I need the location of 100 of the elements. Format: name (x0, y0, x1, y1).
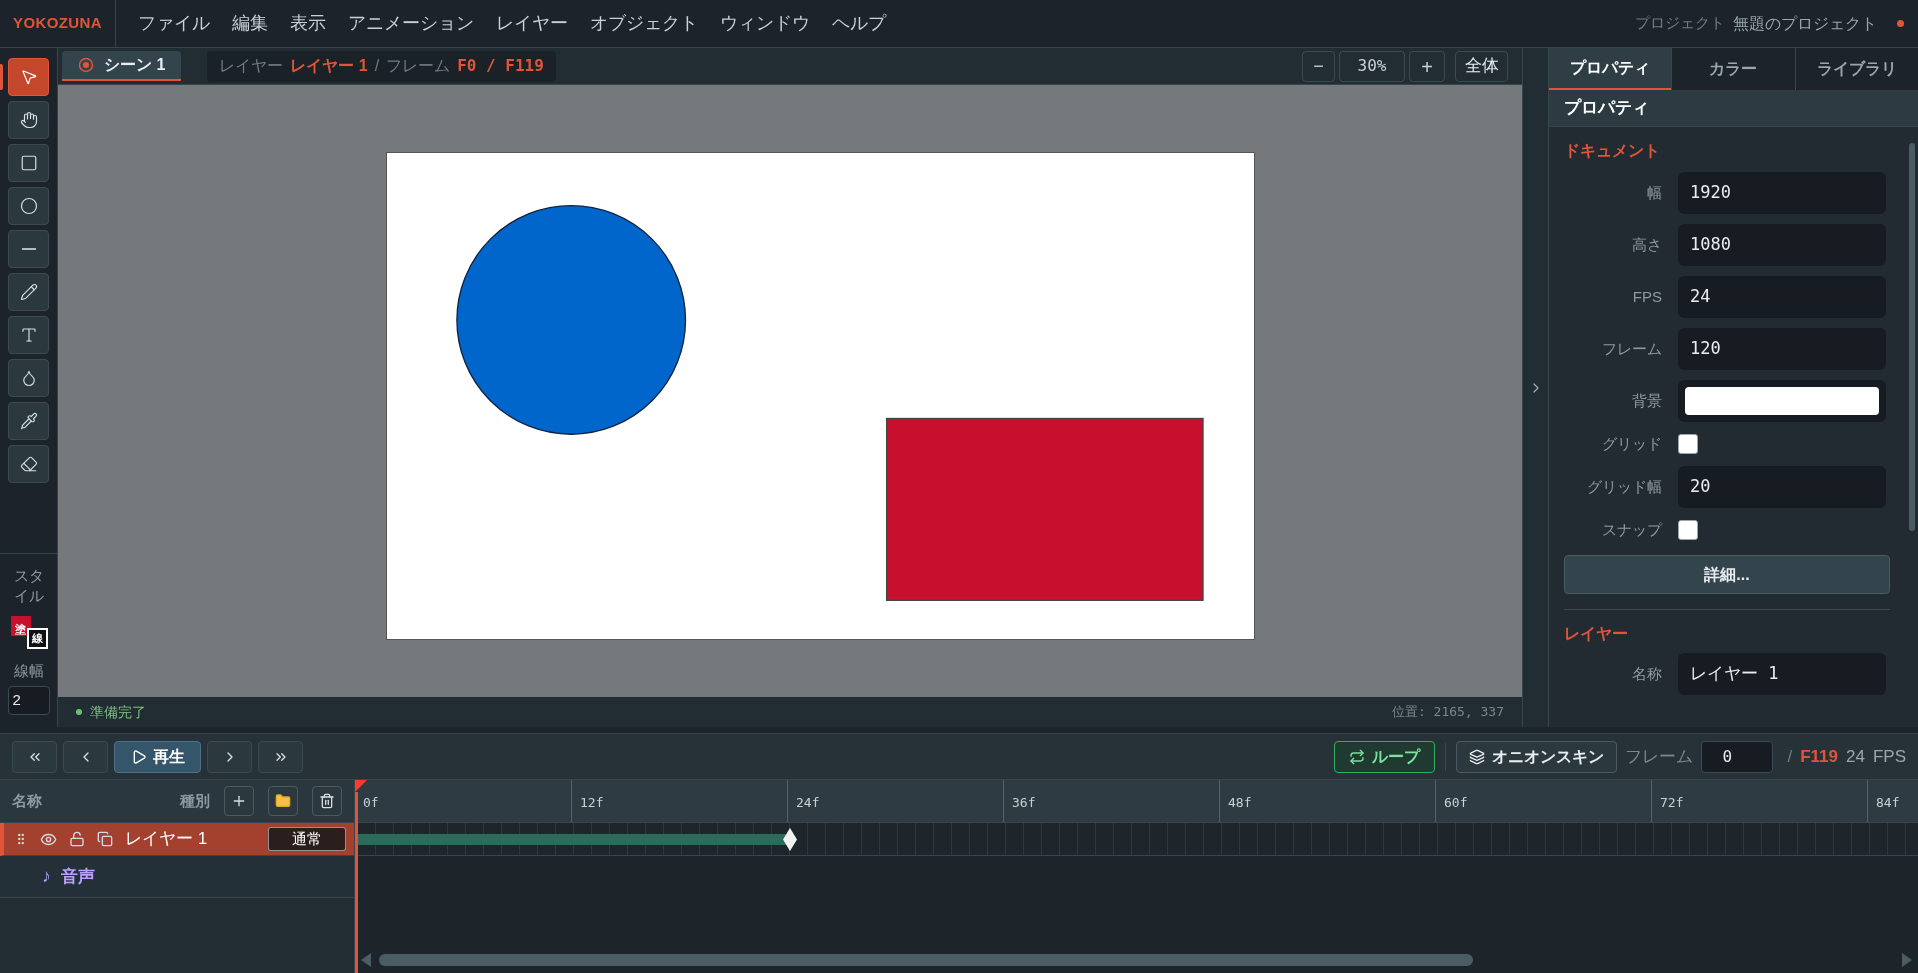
frame-label: フレーム (1625, 745, 1694, 768)
pointer-icon (19, 68, 38, 86)
layer-type[interactable]: 通常 (268, 827, 346, 851)
color-field[interactable] (1678, 380, 1886, 422)
fill-swatch[interactable]: 塗 (10, 615, 31, 636)
zoom-out-button[interactable]: − (1302, 50, 1335, 82)
field-label: フレーム (1601, 338, 1662, 359)
stroke-width-field[interactable]: 2 (7, 686, 50, 715)
menu-item[interactable]: レイヤー (488, 10, 576, 37)
tool-button[interactable] (8, 402, 49, 440)
text-icon (19, 326, 38, 344)
frame-input[interactable]: 0 (1701, 740, 1774, 773)
fps-unit: FPS (1872, 745, 1906, 768)
field-label: 背景 (1631, 390, 1662, 411)
ruler-label: 0f (363, 795, 379, 810)
menu-item[interactable]: ウィンドウ (712, 10, 818, 37)
tool-button[interactable] (8, 273, 49, 311)
checkbox[interactable] (1678, 520, 1698, 540)
folder-icon (275, 793, 291, 809)
checkbox[interactable] (1678, 434, 1698, 454)
panel-header: プロパティ (1564, 97, 1649, 120)
tool-button[interactable] (8, 144, 49, 182)
column-header: 名称 (12, 790, 42, 811)
input-field[interactable]: 1920 (1678, 172, 1886, 214)
field-label: スナップ (1601, 519, 1662, 540)
fps-value: 24 (1846, 745, 1865, 768)
field-label: 高さ (1631, 234, 1662, 255)
project-name: 無題のプロジェクト (1733, 13, 1877, 34)
input-field[interactable]: レイヤー 1 (1678, 653, 1886, 695)
breadcrumb-frame: F0 / F119 (457, 54, 544, 78)
panel-tab[interactable]: プロパティ (1549, 48, 1672, 90)
layer-name: レイヤー 1 (125, 828, 208, 851)
input-field[interactable]: 24 (1678, 276, 1886, 318)
zoom-in-button[interactable]: + (1409, 50, 1445, 82)
field-label: グリッド (1601, 433, 1662, 454)
section-title: レイヤー (1564, 624, 1629, 644)
details-button[interactable]: 詳細... (1564, 555, 1890, 594)
input-field[interactable]: 20 (1678, 466, 1886, 508)
menu-item[interactable]: ヘルプ (824, 10, 894, 37)
ruler-label: 84f (1876, 795, 1900, 810)
layer-row[interactable]: レイヤー 1 通常 (0, 823, 354, 856)
add-layer-button[interactable] (224, 786, 254, 816)
zoom-value: 30% (1339, 50, 1405, 82)
frame-separator: / (1787, 745, 1793, 768)
keyframe-diamond-icon (783, 828, 797, 851)
style-label: スタイル (12, 565, 45, 606)
hand-icon (19, 111, 38, 129)
column-header: 種別 (180, 790, 210, 811)
field-label: グリッド幅 (1586, 476, 1662, 497)
scroll-left-icon[interactable] (361, 953, 371, 967)
line-icon (21, 248, 36, 250)
menu-item[interactable]: 編集 (224, 10, 276, 37)
total-frames: F119 (1800, 743, 1838, 770)
tool-button[interactable] (8, 445, 49, 483)
status-text: 準備完了 (90, 702, 146, 722)
add-folder-button[interactable] (268, 786, 298, 816)
plus-icon (231, 793, 247, 809)
project-label: プロジェクト (1635, 13, 1725, 34)
record-icon (78, 57, 94, 73)
menu-item[interactable]: 表示 (282, 10, 334, 37)
ruler-label: 24f (796, 795, 820, 810)
loop-button[interactable]: ループ (1334, 740, 1436, 773)
scene-tab[interactable]: シーン 1 (62, 51, 182, 81)
breadcrumb-separator: / (374, 56, 380, 76)
menu-item[interactable]: アニメーション (340, 10, 482, 37)
first-frame-button[interactable] (12, 740, 57, 773)
input-field[interactable]: 1080 (1678, 224, 1886, 266)
tool-button[interactable] (8, 316, 49, 354)
onion-skin-button[interactable]: オニオンスキン (1456, 740, 1618, 773)
tool-button[interactable] (8, 101, 49, 139)
ruler-label: 72f (1660, 795, 1684, 810)
active-tool-indicator (0, 64, 3, 90)
delete-layer-button[interactable] (312, 786, 342, 816)
trash-icon (319, 793, 335, 809)
circle-icon (19, 197, 38, 215)
menu-item[interactable]: オブジェクト (582, 10, 706, 37)
stroke-swatch[interactable]: 線 (26, 627, 48, 649)
fit-button[interactable]: 全体 (1455, 50, 1508, 82)
eraser-icon (19, 455, 38, 473)
pencil-icon (19, 283, 38, 301)
tool-button[interactable] (8, 359, 49, 397)
app-logo: YOKOZUNA (13, 13, 102, 34)
cursor-position: 位置: 2165, 337 (1391, 703, 1504, 722)
section-title: ドキュメント (1564, 141, 1661, 161)
field-label: 名称 (1631, 663, 1662, 684)
scroll-right-icon[interactable] (1902, 953, 1912, 967)
breadcrumb-label: レイヤー (219, 56, 284, 76)
last-frame-button[interactable] (258, 740, 303, 773)
field-label: FPS (1631, 286, 1662, 307)
play-button[interactable]: 再生 (114, 740, 201, 773)
lock-icon[interactable] (69, 831, 85, 847)
menu-item[interactable]: ファイル (130, 10, 218, 37)
music-note-icon: ♪ (42, 863, 51, 890)
ruler-label: 36f (1012, 795, 1036, 810)
horizontal-scrollbar-thumb[interactable] (379, 954, 1473, 966)
input-field[interactable]: 120 (1678, 328, 1886, 370)
field-label: 幅 (1646, 182, 1662, 203)
copy-icon[interactable] (97, 831, 113, 847)
square-icon (19, 154, 38, 172)
tool-button[interactable] (8, 187, 49, 225)
